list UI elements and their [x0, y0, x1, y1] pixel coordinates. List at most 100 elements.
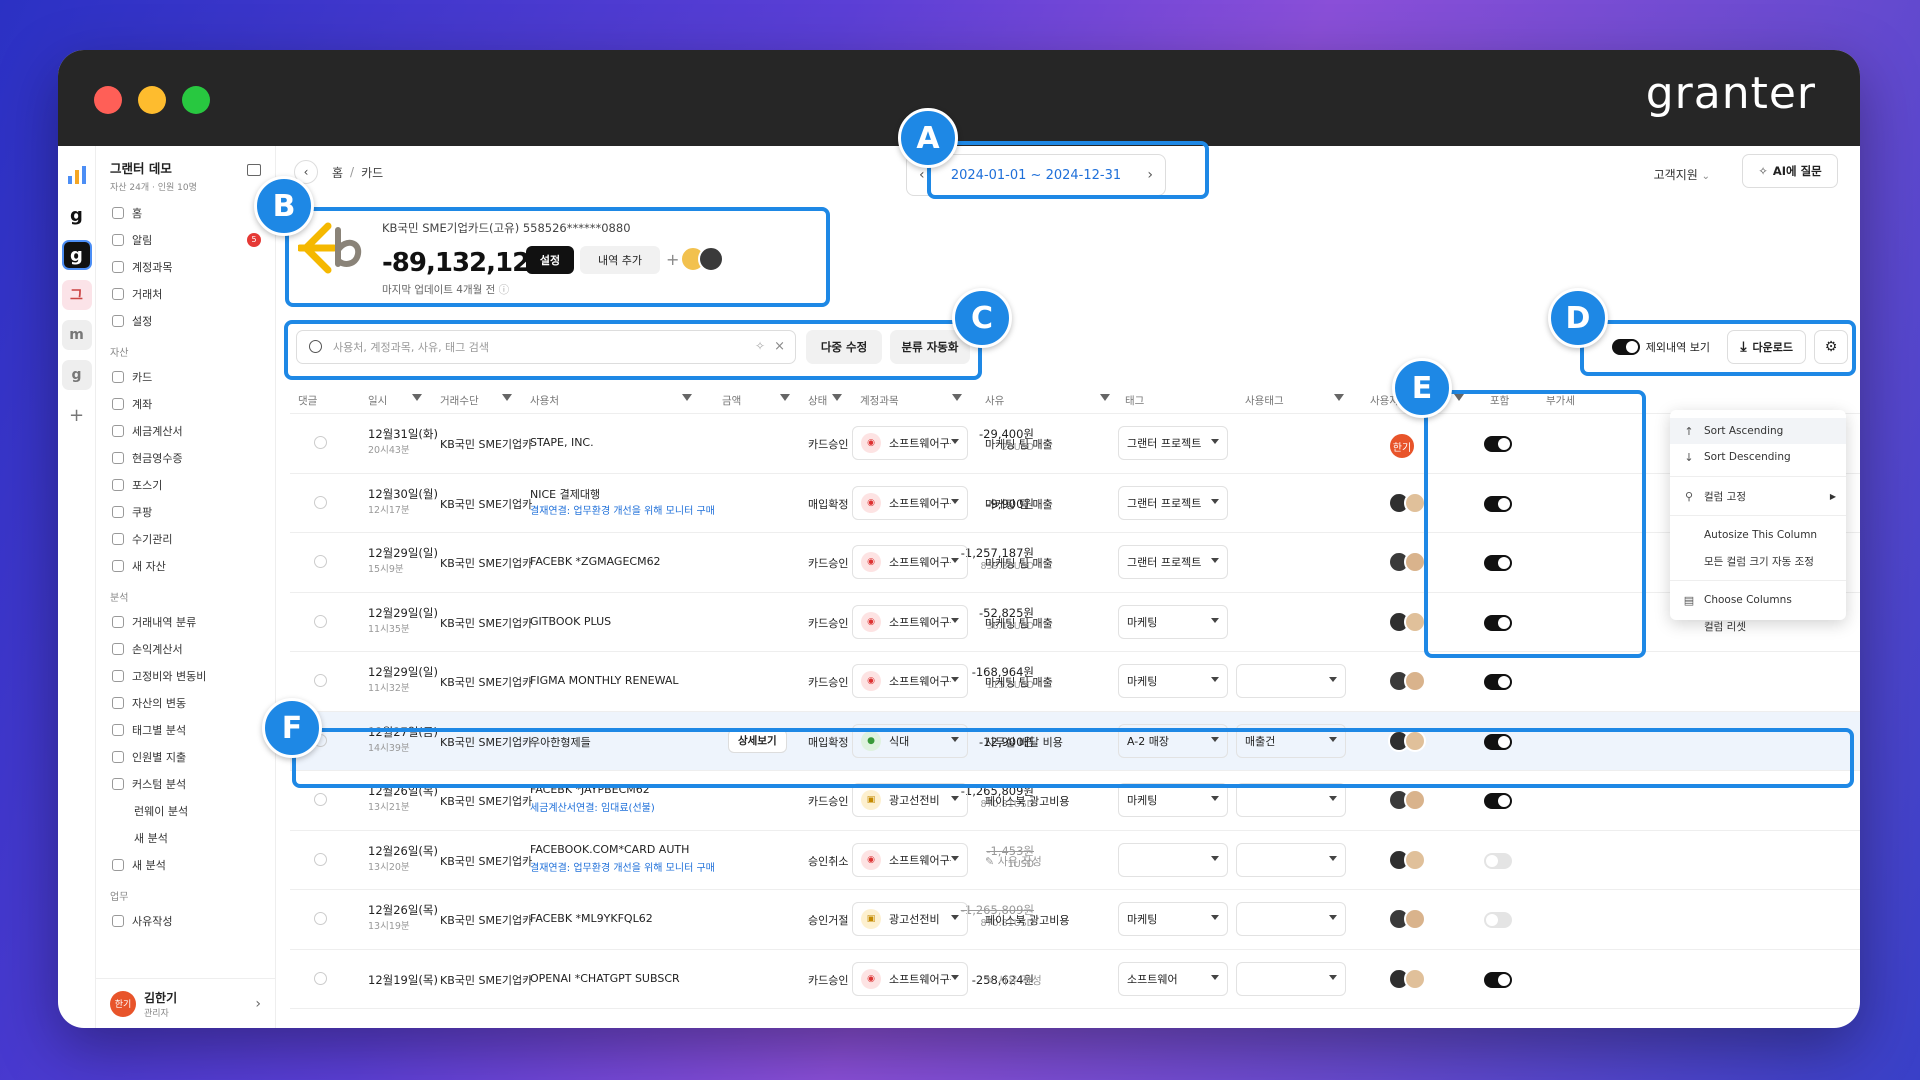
sidebar-item[interactable]: 계정과목 — [96, 253, 275, 280]
tag2-select[interactable] — [1236, 902, 1346, 936]
menu-pin-column[interactable]: ⚲ 컬럼 고정 ▶ — [1670, 483, 1846, 509]
sidebar-item[interactable]: 사유작성 — [96, 907, 275, 934]
rail-chart-icon[interactable] — [62, 160, 92, 190]
row-comment-radio[interactable] — [314, 555, 327, 568]
tag-select[interactable]: 그랜터 프로젝트 — [1118, 485, 1228, 520]
account-select[interactable]: ◉ 소프트웨어구독료 — [852, 842, 968, 877]
menu-sort-ascending[interactable]: ↑ Sort Ascending — [1670, 418, 1846, 444]
tag-select[interactable]: 그랜터 프로젝트 — [1118, 545, 1228, 579]
sidebar-item[interactable]: 태그별 분석 — [96, 716, 275, 743]
filter-icon[interactable] — [780, 394, 790, 401]
menu-choose-columns[interactable]: ▤ Choose Columns — [1670, 587, 1846, 613]
filter-icon[interactable] — [502, 394, 512, 401]
rail-workspace-m[interactable]: m — [61, 320, 92, 350]
account-select[interactable]: ◉ 소프트웨어구독료 — [852, 426, 968, 460]
chevron-left-icon[interactable]: ‹ — [919, 167, 925, 183]
tag-select[interactable]: 마케팅 — [1118, 604, 1228, 639]
column-header[interactable]: 태그 — [1125, 393, 1144, 408]
tag2-select[interactable] — [1236, 664, 1346, 698]
row-comment-radio[interactable] — [314, 436, 327, 449]
column-header[interactable]: 사유 — [985, 393, 1004, 408]
menu-autosize-column[interactable]: Autosize This Column — [1670, 522, 1846, 548]
sidebar-item[interactable]: 현금영수증 — [96, 444, 275, 471]
menu-sort-descending[interactable]: ↓ Sort Descending — [1670, 444, 1846, 470]
sidebar-item[interactable]: 설정 — [96, 307, 275, 334]
tag2-select[interactable] — [1236, 842, 1346, 877]
close-window-button[interactable] — [94, 86, 122, 114]
tag-select[interactable]: 마케팅 — [1118, 664, 1228, 698]
account-select[interactable]: ◉ 소프트웨어구독료 — [852, 604, 968, 639]
column-header[interactable]: 일시 — [368, 393, 387, 408]
minimize-window-button[interactable] — [138, 86, 166, 114]
sidebar-item[interactable]: 알림 5 — [96, 226, 275, 253]
tag-select[interactable]: 마케팅 — [1118, 783, 1228, 817]
row-linked-note[interactable]: 결재연결: 업무환경 개선을 위해 모니터 구매 — [530, 859, 715, 874]
sidebar-subitem[interactable]: 런웨이 분석 — [96, 797, 275, 824]
tag-select[interactable] — [1118, 842, 1228, 877]
column-header[interactable]: 금액 — [722, 393, 741, 408]
support-menu[interactable]: 고객지원 ⌄ — [1654, 166, 1710, 183]
table-row[interactable]: 12월19일(목) KB국민 SME기업카 OPENAI *CHATGPT SUBS… — [290, 950, 1860, 1009]
write-reason-link[interactable]: ✎ 사유 작성 — [985, 853, 1042, 869]
account-select[interactable]: ▣ 광고선전비 — [852, 783, 968, 817]
filter-icon[interactable] — [1100, 394, 1110, 401]
ai-question-button[interactable]: ✧ AI에 질문 — [1742, 154, 1838, 188]
rail-workspace-g1[interactable]: g — [62, 200, 92, 230]
row-comment-radio[interactable] — [314, 793, 327, 806]
column-header[interactable]: 댓글 — [298, 393, 317, 408]
filter-icon[interactable] — [412, 394, 422, 401]
table-row[interactable]: 12월26일(목) 13시20분 KB국민 SME기업카 FACEBOOK.COM*C… — [290, 831, 1860, 890]
sidebar-item[interactable]: 새 자산 — [96, 552, 275, 579]
include-toggle[interactable] — [1484, 793, 1512, 809]
sidebar-item[interactable]: 거래내역 분류 — [96, 608, 275, 635]
sidebar-item[interactable]: 카드 — [96, 363, 275, 390]
include-toggle[interactable] — [1484, 674, 1512, 690]
breadcrumb-home[interactable]: 홈 — [332, 164, 343, 181]
row-linked-note[interactable]: 세금계산서연결: 임대료(선불) — [530, 799, 655, 814]
sidebar-item[interactable]: 인원별 지출 — [96, 743, 275, 770]
column-header[interactable]: 거래수단 — [440, 393, 479, 408]
include-toggle[interactable] — [1484, 912, 1512, 928]
menu-reset-columns[interactable]: 컬럼 리셋 — [1670, 613, 1846, 639]
sidebar-item[interactable]: 수기관리 — [96, 525, 275, 552]
sidebar-item[interactable]: 계좌 — [96, 390, 275, 417]
menu-autosize-all[interactable]: 모든 컬럼 크기 자동 조정 — [1670, 548, 1846, 574]
row-comment-radio[interactable] — [314, 971, 327, 985]
account-select[interactable]: ◉ 소프트웨어구독료 — [852, 485, 968, 520]
rail-add-workspace-button[interactable]: + — [62, 400, 92, 430]
include-toggle[interactable] — [1484, 971, 1512, 988]
sidebar-item[interactable]: 커스텀 분석 — [96, 770, 275, 797]
filter-icon[interactable] — [952, 394, 962, 401]
write-reason-link[interactable]: ✎ 사유 작성 — [985, 972, 1042, 988]
row-comment-radio[interactable] — [314, 495, 327, 509]
sidebar-toggle-icon[interactable] — [247, 164, 261, 176]
sidebar-item[interactable]: 자산의 변동 — [96, 689, 275, 716]
sidebar-item-new-analysis[interactable]: 새 분석 — [96, 851, 275, 878]
tag-select[interactable]: 그랜터 프로젝트 — [1118, 426, 1228, 460]
tag2-select[interactable] — [1236, 961, 1346, 996]
sidebar-item[interactable]: 포스기 — [96, 471, 275, 498]
row-comment-radio[interactable] — [314, 912, 327, 925]
user-profile[interactable]: 한기 김한기 관리자 › — [96, 978, 275, 1028]
account-select[interactable]: ◉ 소프트웨어구독료 — [852, 664, 968, 698]
row-comment-radio[interactable] — [314, 852, 327, 866]
sidebar-item[interactable]: 세금계산서 — [96, 417, 275, 444]
rail-workspace-g3[interactable]: g — [61, 360, 92, 390]
maximize-window-button[interactable] — [182, 86, 210, 114]
sidebar-item[interactable]: 고정비와 변동비 — [96, 662, 275, 689]
sidebar-item[interactable]: 홈 — [96, 199, 275, 226]
rail-workspace-geu[interactable]: 그 — [61, 280, 92, 310]
filter-icon[interactable] — [832, 394, 842, 401]
filter-icon[interactable] — [682, 394, 692, 401]
row-linked-note[interactable]: 결재연결: 업무환경 개선을 위해 모니터 구매 — [530, 502, 715, 517]
column-header[interactable]: 사용태그 — [1245, 393, 1284, 408]
tag-select[interactable]: 소프트웨어 — [1118, 961, 1228, 996]
sidebar-subitem[interactable]: 새 분석 — [96, 824, 275, 851]
filter-icon[interactable] — [1334, 394, 1344, 401]
rail-workspace-g2[interactable]: g — [61, 240, 92, 270]
sidebar-item[interactable]: 쿠팡 — [96, 498, 275, 525]
account-select[interactable]: ◉ 소프트웨어구독료 — [852, 961, 968, 996]
table-row[interactable]: 12월26일(목) 13시19분 KB국민 SME기업카 FACEBK *ML9YKF… — [290, 890, 1860, 950]
row-comment-radio[interactable] — [314, 674, 327, 687]
tag2-select[interactable] — [1236, 783, 1346, 817]
